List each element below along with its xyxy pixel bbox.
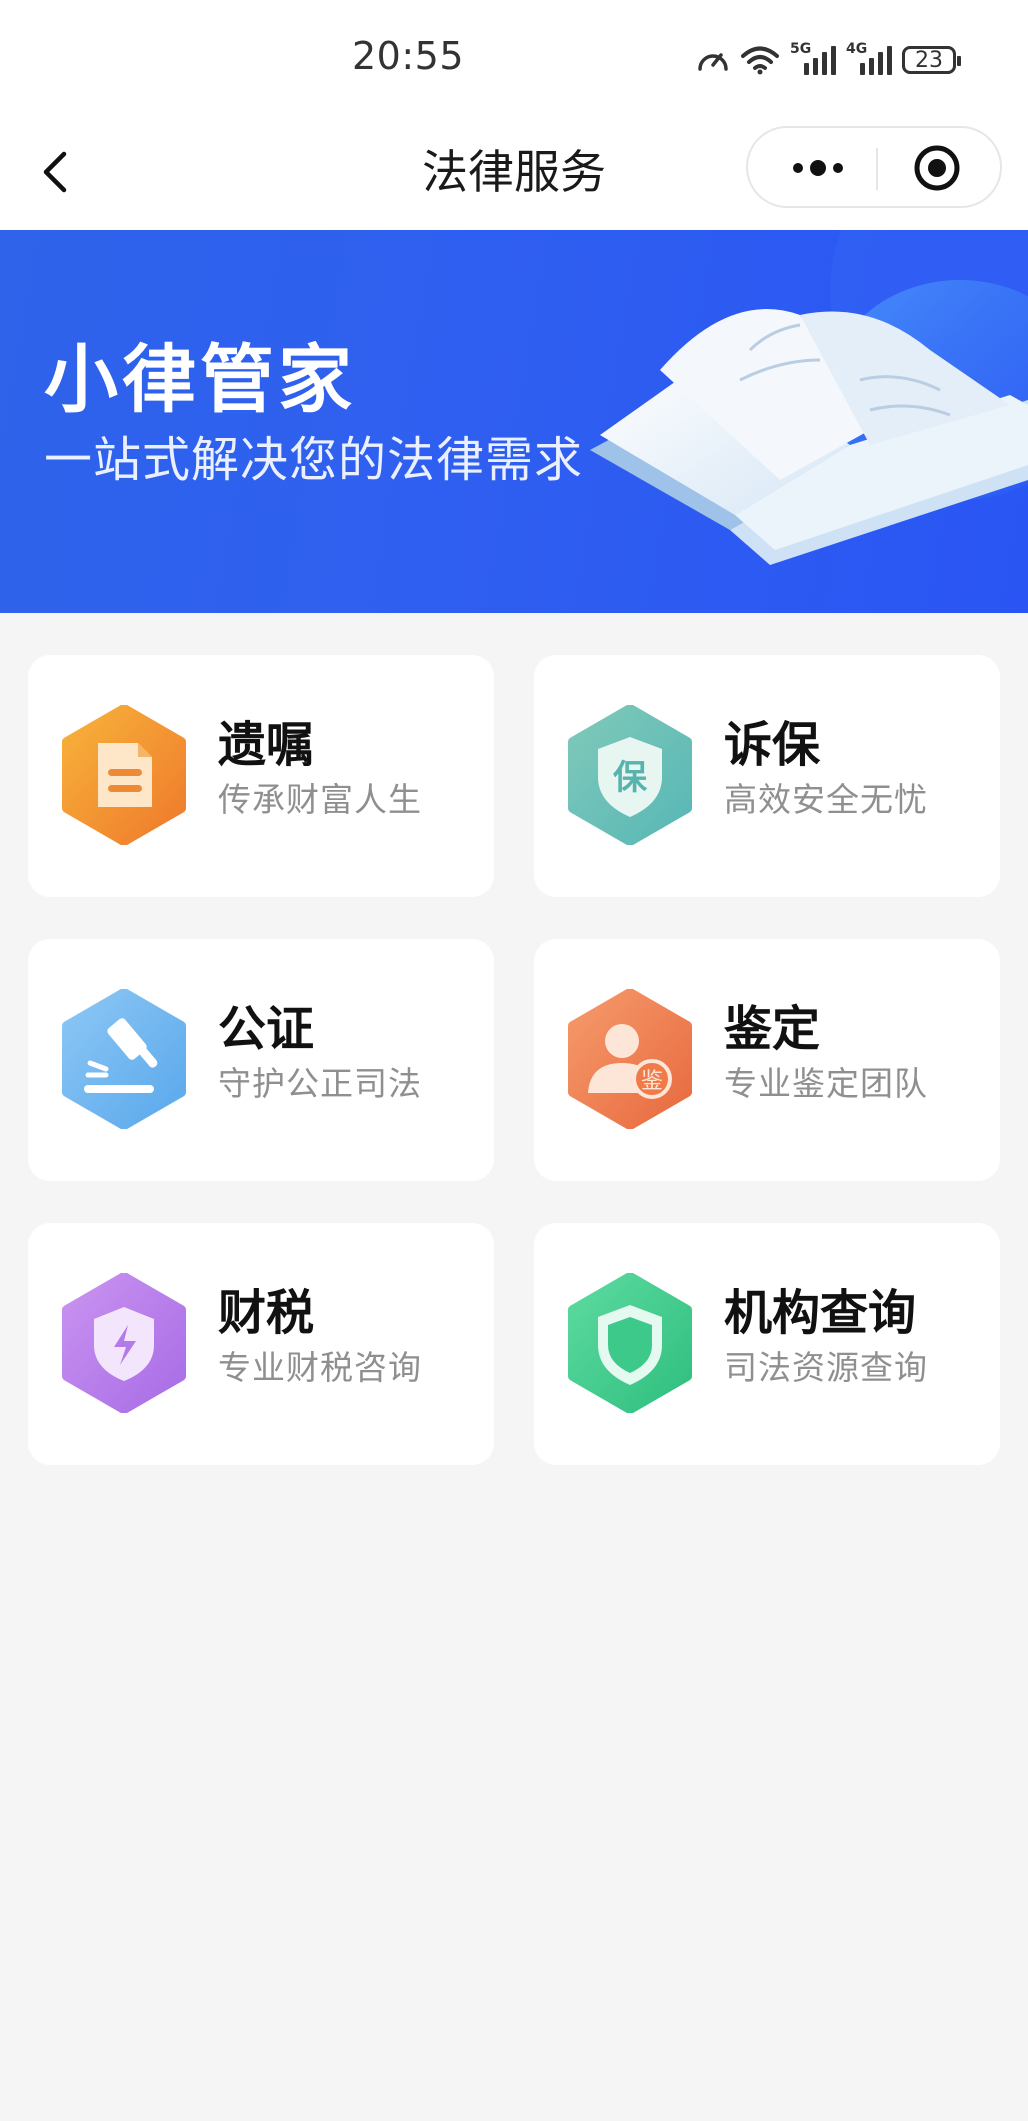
card-subtitle: 司法资源查询	[724, 1348, 928, 1387]
capsule-divider	[876, 148, 878, 190]
svg-text:鉴: 鉴	[641, 1069, 663, 1094]
battery-icon: 23	[902, 46, 961, 74]
banner-title: 小律管家	[44, 337, 356, 423]
shield-lightning-icon	[62, 1273, 186, 1413]
service-card-notary[interactable]: 公证 守护公正司法	[28, 939, 494, 1181]
more-dots-icon[interactable]	[778, 142, 858, 194]
service-card-appraisal[interactable]: 鉴 鉴定 专业鉴定团队	[534, 939, 1000, 1181]
speed-icon	[698, 53, 728, 71]
card-title: 公证	[218, 1001, 315, 1057]
signal-4g-icon: 4G	[846, 41, 892, 75]
shield-bao-icon: 保	[568, 705, 692, 845]
card-title: 机构查询	[724, 1285, 917, 1341]
card-title: 鉴定	[724, 1001, 821, 1057]
card-subtitle: 专业财税咨询	[218, 1348, 422, 1387]
service-card-will[interactable]: 遗嘱 传承财富人生	[28, 655, 494, 897]
document-icon	[62, 705, 186, 845]
banner-subtitle: 一站式解决您的法律需求	[44, 432, 584, 488]
wifi-icon	[741, 46, 779, 75]
status-time: 20:55	[352, 34, 465, 78]
card-subtitle: 专业鉴定团队	[724, 1064, 928, 1103]
card-title: 遗嘱	[218, 717, 315, 773]
service-card-finance-tax[interactable]: 财税 专业财税咨询	[28, 1223, 494, 1465]
status-icons: 5G 4G 23	[696, 38, 961, 82]
capsule-menu	[746, 126, 1002, 208]
appraiser-icon: 鉴	[568, 989, 692, 1129]
svg-text:保: 保	[613, 758, 648, 798]
card-title: 诉保	[724, 717, 821, 773]
target-circle-icon[interactable]	[896, 142, 978, 194]
nav-bar: 法律服务	[0, 118, 1028, 230]
service-card-litigation-preservation[interactable]: 保 诉保 高效安全无忧	[534, 655, 1000, 897]
card-subtitle: 高效安全无忧	[724, 780, 928, 819]
card-subtitle: 传承财富人生	[218, 780, 422, 819]
gavel-icon	[62, 989, 186, 1129]
service-card-institution-query[interactable]: 机构查询 司法资源查询	[534, 1223, 1000, 1465]
card-title: 财税	[218, 1285, 315, 1341]
signal-5g-icon: 5G	[790, 41, 836, 75]
open-book-illustration	[590, 230, 1028, 565]
shield-check-icon	[568, 1273, 692, 1413]
status-bar: 20:55 5G 4G 23	[0, 0, 1028, 118]
hero-banner[interactable]: 小律管家 一站式解决您的法律需求	[0, 230, 1028, 613]
card-subtitle: 守护公正司法	[218, 1064, 422, 1103]
